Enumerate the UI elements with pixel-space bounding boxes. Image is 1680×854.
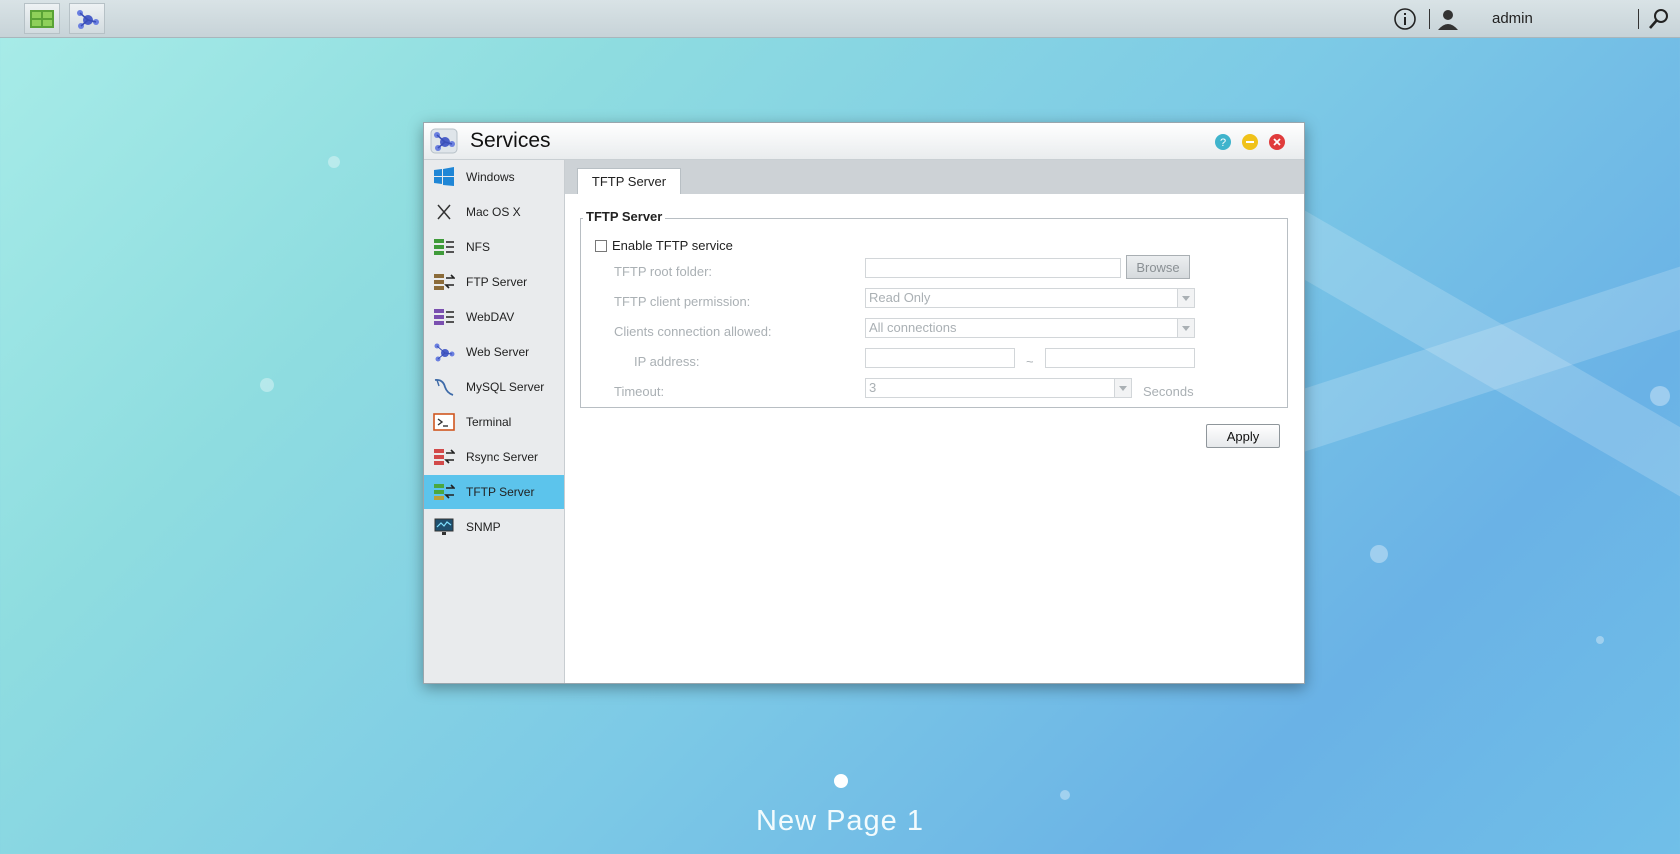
background-dot xyxy=(1596,636,1604,644)
sidebar-item-webdav[interactable]: WebDAV xyxy=(424,300,564,334)
ip-range-separator: ~ xyxy=(1026,354,1034,369)
window-title: Services xyxy=(470,129,551,152)
connections-value: All connections xyxy=(869,320,957,335)
timeout-label: Timeout: xyxy=(614,384,665,399)
sidebar-item-rsync-server[interactable]: Rsync Server xyxy=(424,440,564,474)
sidebar-item-label: Web Server xyxy=(466,345,530,359)
background-dot xyxy=(1370,545,1388,563)
help-icon: ? xyxy=(1220,137,1226,149)
services-app-icon xyxy=(77,9,99,29)
storage-app-icon xyxy=(30,9,54,28)
timeout-unit: Seconds xyxy=(1143,384,1194,399)
tab-tftp-server[interactable]: TFTP Server xyxy=(577,168,681,194)
sidebar-item-mysql-server[interactable]: MySQL Server xyxy=(424,370,564,404)
timeout-value: 3 xyxy=(869,380,877,395)
services-app-button[interactable] xyxy=(69,3,105,34)
client-permission-select[interactable]: Read Only xyxy=(865,288,1195,308)
sidebar-item-label: MySQL Server xyxy=(466,380,545,394)
background-dot xyxy=(260,378,274,392)
enable-tftp-label[interactable]: Enable TFTP service xyxy=(612,238,733,253)
background-dot xyxy=(328,156,340,168)
sidebar-item-ftp-server[interactable]: FTP Server xyxy=(424,265,564,299)
page-indicator-dot[interactable] xyxy=(834,774,848,788)
apply-button[interactable]: Apply xyxy=(1206,424,1280,448)
chevron-down-icon xyxy=(1182,325,1190,331)
timeout-select[interactable]: 3 xyxy=(865,378,1132,398)
sidebar-item-label: NFS xyxy=(466,240,490,254)
separator xyxy=(1638,8,1639,29)
nfs-icon xyxy=(434,239,454,255)
ftp-server-icon xyxy=(434,274,455,290)
chevron-down-icon xyxy=(1182,295,1190,301)
sidebar-item-windows[interactable]: Windows xyxy=(424,160,564,194)
separator xyxy=(1429,8,1430,29)
client-permission-label: TFTP client permission: xyxy=(614,294,751,309)
sidebar-item-nfs[interactable]: NFS xyxy=(424,230,564,264)
snmp-icon xyxy=(434,518,454,535)
mysql-server-icon xyxy=(434,378,454,396)
sidebar-item-terminal[interactable]: Terminal xyxy=(424,405,564,439)
chevron-down-icon xyxy=(1119,385,1127,391)
connections-select[interactable]: All connections xyxy=(865,318,1195,338)
webdav-icon xyxy=(434,309,454,325)
root-folder-label: TFTP root folder: xyxy=(614,264,713,279)
background-dot xyxy=(1060,790,1070,800)
close-icon xyxy=(1273,138,1281,146)
services-sidebar: Windows Mac OS X NFS FTP Server WebDAV W… xyxy=(424,160,565,683)
close-button[interactable] xyxy=(1269,134,1285,150)
minimize-icon xyxy=(1246,141,1254,143)
web-server-icon xyxy=(434,343,455,362)
sidebar-item-mac-os-x[interactable]: Mac OS X xyxy=(424,195,564,229)
sidebar-item-label: Mac OS X xyxy=(466,205,521,219)
ip-address-label: IP address: xyxy=(634,354,700,369)
info-icon[interactable] xyxy=(1393,7,1417,31)
connections-label: Clients connection allowed: xyxy=(614,324,772,339)
browse-button[interactable]: Browse xyxy=(1126,255,1190,279)
sidebar-item-label: FTP Server xyxy=(466,275,528,289)
terminal-icon xyxy=(433,413,455,431)
tab-bar: TFTP Server xyxy=(565,160,1304,194)
tftp-server-icon xyxy=(434,484,455,500)
sidebar-item-snmp[interactable]: SNMP xyxy=(424,510,564,544)
search-icon[interactable] xyxy=(1647,7,1671,31)
section-title: TFTP Server xyxy=(583,209,666,224)
enable-tftp-row[interactable]: Enable TFTP service xyxy=(595,238,733,253)
sidebar-item-label: Rsync Server xyxy=(466,450,539,464)
services-window-icon xyxy=(430,128,458,154)
macos-icon xyxy=(437,204,451,220)
sidebar-item-label: SNMP xyxy=(466,520,501,534)
sidebar-item-web-server[interactable]: Web Server xyxy=(424,335,564,369)
background-dot xyxy=(1650,386,1670,406)
svg-text:?: ? xyxy=(1220,137,1226,149)
username-label[interactable]: admin xyxy=(1492,10,1533,27)
enable-tftp-checkbox[interactable] xyxy=(595,239,607,252)
window-titlebar[interactable]: Services ? xyxy=(424,123,1304,160)
services-window: Services ? Windows Mac OS X NFS FTP Serv… xyxy=(423,122,1305,684)
storage-app-button[interactable] xyxy=(24,3,60,34)
taskbar: admin xyxy=(0,0,1680,38)
root-folder-input[interactable] xyxy=(865,258,1121,278)
user-icon[interactable] xyxy=(1436,7,1460,31)
help-button[interactable]: ? xyxy=(1215,134,1231,150)
sidebar-item-label: TFTP Server xyxy=(466,485,535,499)
rsync-server-icon xyxy=(434,449,455,465)
minimize-button[interactable] xyxy=(1242,134,1258,150)
sidebar-item-label: Windows xyxy=(466,170,515,184)
client-permission-value: Read Only xyxy=(869,290,931,305)
desktop-page-label: New Page 1 xyxy=(756,805,924,837)
windows-icon xyxy=(434,167,454,186)
ip-to-input[interactable] xyxy=(1045,348,1195,368)
sidebar-item-label: Terminal xyxy=(466,415,512,429)
sidebar-item-label: WebDAV xyxy=(466,310,515,324)
sidebar-item-tftp-server[interactable]: TFTP Server xyxy=(424,475,564,509)
tftp-settings-panel: TFTP Server TFTP Server Enable TFTP serv… xyxy=(565,160,1304,683)
ip-from-input[interactable] xyxy=(865,348,1015,368)
